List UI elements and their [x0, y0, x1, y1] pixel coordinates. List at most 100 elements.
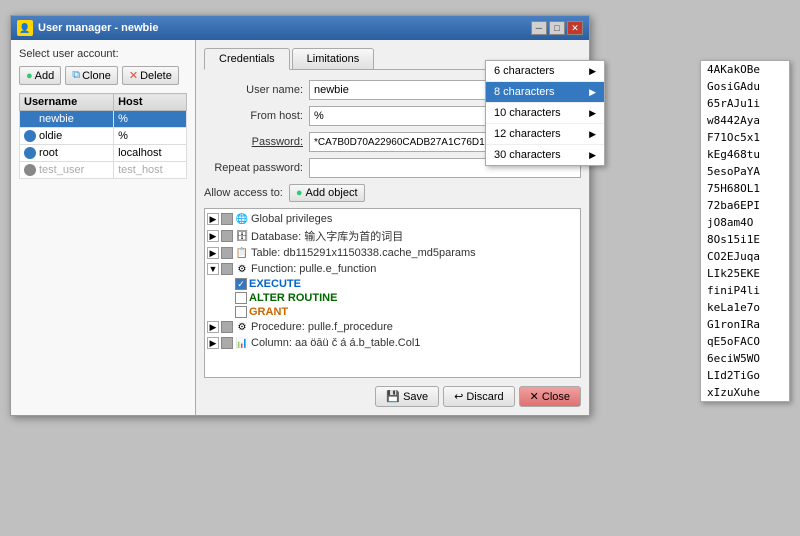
table-row[interactable]: root localhost [20, 145, 187, 162]
user-name-cell: newbie [20, 111, 114, 128]
list-item[interactable]: GosiGAdu [701, 78, 789, 95]
tree-item[interactable]: ✓ EXECUTE [235, 277, 578, 291]
tree-label: Procedure: pulle.f_procedure [251, 321, 393, 333]
tree-expander[interactable]: ▶ [207, 321, 219, 333]
menu-item-label: 12 characters [494, 128, 561, 140]
global-icon: 🌐 [235, 212, 249, 226]
user-icon [24, 130, 36, 142]
tree-checkbox[interactable] [221, 230, 233, 242]
list-item[interactable]: 4AKakOBe [701, 61, 789, 78]
tree-checkbox[interactable] [221, 213, 233, 225]
tree-expander[interactable]: ▼ [207, 263, 219, 275]
password-submenu: 4AKakOBe GosiGAdu 65rAJu1i w8442Aya F71O… [700, 60, 790, 402]
tree-item[interactable]: GRANT [235, 305, 578, 319]
tree-label: Database: 输入字库为首的词目 [251, 228, 403, 244]
delete-user-button[interactable]: ✕ Delete [122, 66, 179, 85]
table-row[interactable]: test_user test_host [20, 162, 187, 179]
user-name-cell: root [20, 145, 114, 162]
user-host-cell: localhost [114, 145, 187, 162]
list-item[interactable]: LId2TiGo [701, 367, 789, 384]
tree-checkbox[interactable] [221, 337, 233, 349]
table-row[interactable]: newbie % [20, 111, 187, 128]
tree-label: GRANT [249, 306, 288, 318]
menu-item-10chars[interactable]: 10 characters ▶ [486, 103, 604, 124]
minimize-button[interactable]: ─ [531, 21, 547, 35]
clone-icon: ⧉ [72, 69, 80, 82]
maximize-button[interactable]: □ [549, 21, 565, 35]
window-title: User manager - newbie [38, 22, 158, 34]
menu-item-12chars[interactable]: 12 characters ▶ [486, 124, 604, 145]
list-item[interactable]: jO8am4O [701, 214, 789, 231]
tree-item[interactable]: ▶ 🌐 Global privileges [207, 211, 578, 227]
add-object-label: Add object [306, 187, 358, 199]
menu-item-6chars[interactable]: 6 characters ▶ [486, 61, 604, 82]
add-label: Add [35, 70, 55, 82]
submenu-arrow-icon: ▶ [589, 87, 596, 98]
tab-credentials[interactable]: Credentials [204, 48, 290, 70]
submenu-arrow-icon: ▶ [589, 150, 596, 161]
user-host-cell: % [114, 128, 187, 145]
tab-limitations[interactable]: Limitations [292, 48, 375, 69]
list-item[interactable]: CO2EJuqa [701, 248, 789, 265]
repeat-password-label: Repeat password: [204, 162, 309, 174]
title-controls: ─ □ ✕ [531, 21, 583, 35]
privilege-tree: ▶ 🌐 Global privileges ▶ 🗄 Database: 输入字库… [204, 208, 581, 378]
submenu-arrow-icon: ▶ [589, 129, 596, 140]
list-item[interactable]: LIk25EKE [701, 265, 789, 282]
list-item[interactable]: 8Os15i1E [701, 231, 789, 248]
tree-expander[interactable]: ▶ [207, 337, 219, 349]
list-item[interactable]: 75H68OL1 [701, 180, 789, 197]
tree-checkbox[interactable] [235, 306, 247, 318]
tree-expander[interactable]: ▶ [207, 247, 219, 259]
add-icon: ● [26, 70, 33, 82]
discard-button[interactable]: ↩ Discard [443, 386, 515, 407]
user-name-cell: test_user [20, 162, 114, 179]
save-button[interactable]: 💾 Save [375, 386, 439, 407]
tree-item[interactable]: ALTER ROUTINE [235, 291, 578, 305]
list-item[interactable]: 65rAJu1i [701, 95, 789, 112]
tree-checkbox[interactable] [221, 263, 233, 275]
tree-item[interactable]: ▼ ⚙ Function: pulle.e_function [207, 261, 578, 277]
table-row[interactable]: oldie % [20, 128, 187, 145]
discard-label: Discard [466, 391, 503, 403]
tree-item[interactable]: ▶ 📋 Table: db115291x1150338.cache_md5par… [207, 245, 578, 261]
list-item[interactable]: 6eciW5WO [701, 350, 789, 367]
list-item[interactable]: w8442Aya [701, 112, 789, 129]
tree-checkbox[interactable] [221, 321, 233, 333]
menu-item-30chars[interactable]: 30 characters ▶ [486, 145, 604, 165]
tree-expander[interactable]: ▶ [207, 230, 219, 242]
clone-user-button[interactable]: ⧉ Clone [65, 66, 118, 85]
window-close-button[interactable]: ✕ [567, 21, 583, 35]
submenu-arrow-icon: ▶ [589, 66, 596, 77]
tree-label: Table: db115291x1150338.cache_md5params [251, 247, 476, 259]
tree-checkbox[interactable] [221, 247, 233, 259]
list-item[interactable]: finiP4li [701, 282, 789, 299]
list-item[interactable]: 5esoPaYA [701, 163, 789, 180]
list-item[interactable]: G1ronIRa [701, 316, 789, 333]
table-icon: 📋 [235, 246, 249, 260]
char-count-menu: 6 characters ▶ 8 characters ▶ 10 charact… [485, 60, 605, 166]
tree-checkbox[interactable]: ✓ [235, 278, 247, 290]
tree-expander[interactable]: ▶ [207, 213, 219, 225]
close-button[interactable]: ✕ Close [519, 386, 581, 407]
tree-label: Column: aa öāü č á á.b_table.Col1 [251, 337, 420, 349]
list-item[interactable]: keLa1e7o [701, 299, 789, 316]
select-account-label: Select user account: [19, 48, 187, 60]
user-host-cell: test_host [114, 162, 187, 179]
list-item[interactable]: qE5oFACO [701, 333, 789, 350]
list-item[interactable]: 72ba6EPI [701, 197, 789, 214]
add-user-button[interactable]: ● Add [19, 66, 61, 85]
tree-item[interactable]: ▶ ⚙ Procedure: pulle.f_procedure [207, 319, 578, 335]
tree-item[interactable]: ▶ 🗄 Database: 输入字库为首的词目 [207, 227, 578, 245]
tree-label: ALTER ROUTINE [249, 292, 337, 304]
menu-item-8chars[interactable]: 8 characters ▶ [486, 82, 604, 103]
add-object-button[interactable]: ● Add object [289, 184, 365, 202]
list-item[interactable]: F71Oc5x1 [701, 129, 789, 146]
tree-item[interactable]: ▶ 📊 Column: aa öāü č á á.b_table.Col1 [207, 335, 578, 351]
app-icon: 👤 [17, 20, 33, 36]
clone-label: Clone [82, 70, 111, 82]
list-item[interactable]: xIzuXuhe [701, 384, 789, 401]
user-toolbar: ● Add ⧉ Clone ✕ Delete [19, 66, 187, 85]
tree-checkbox[interactable] [235, 292, 247, 304]
list-item[interactable]: kEg468tu [701, 146, 789, 163]
